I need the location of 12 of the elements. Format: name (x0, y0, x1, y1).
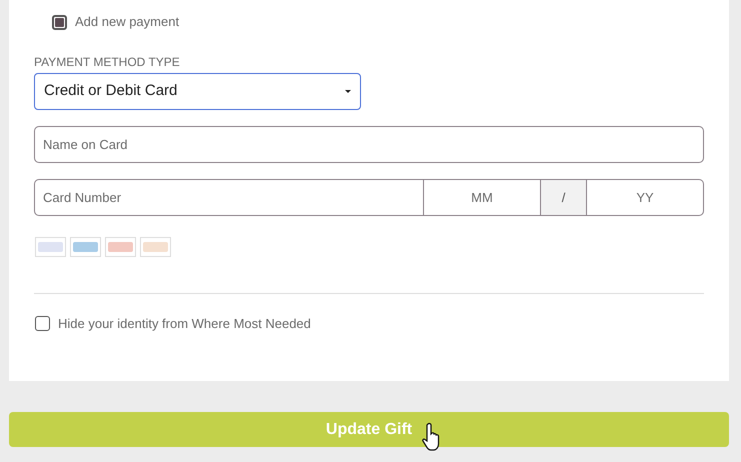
checkbox[interactable] (52, 14, 67, 30)
card-number-field[interactable]: Card Number (34, 179, 424, 216)
year-field[interactable]: YY (587, 179, 704, 216)
checkbox[interactable] (35, 316, 50, 332)
checkbox-label: Hide your identity from Where Most Needed (58, 315, 311, 333)
field-label: PAYMENT METHOD TYPE (34, 55, 181, 69)
date-separator: / (541, 179, 587, 216)
checkbox-label: Add new payment (75, 13, 180, 32)
name-on-card-field[interactable]: Name on Card (34, 126, 704, 163)
payment-type-select[interactable]: Credit or Debit Card (34, 73, 361, 110)
caret-icon (345, 90, 351, 93)
month-field[interactable]: MM (424, 179, 541, 216)
